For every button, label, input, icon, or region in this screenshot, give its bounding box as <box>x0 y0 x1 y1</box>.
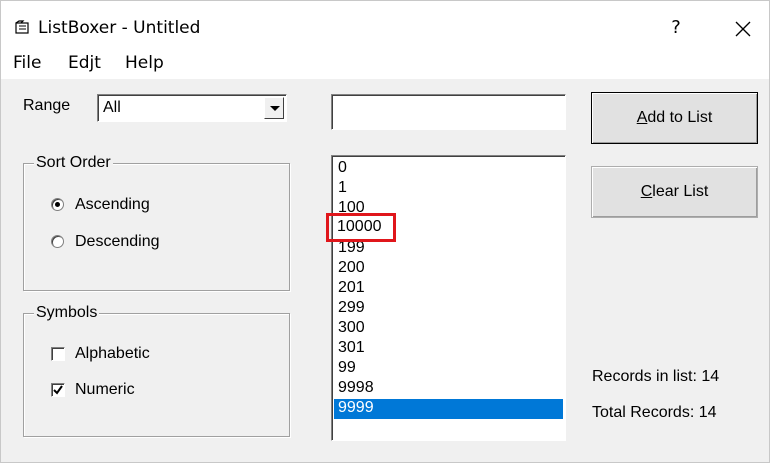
menu-file[interactable]: File <box>13 53 41 73</box>
chevron-down-icon <box>270 106 280 111</box>
menu-help[interactable]: Help <box>125 53 164 73</box>
checkmark-icon <box>53 385 63 395</box>
numeric-label[interactable]: Numeric <box>75 381 135 399</box>
window-title: ListBoxer - Untitled <box>38 18 201 38</box>
alphabetic-label[interactable]: Alphabetic <box>75 345 150 363</box>
records-listbox[interactable]: 011001011992002012993003019999989999 <box>331 155 566 441</box>
menu-edit[interactable]: Edjt <box>68 53 101 73</box>
range-dropdown-button[interactable] <box>264 97 284 119</box>
close-button[interactable] <box>729 15 757 43</box>
descending-label[interactable]: Descending <box>75 233 160 251</box>
list-item[interactable]: 9998 <box>334 379 563 399</box>
listbox-items: 011001011992002012993003019999989999 <box>334 159 563 419</box>
clear-list-label: Clear List <box>640 183 709 200</box>
sort-order-caption: Sort Order <box>34 154 113 172</box>
list-item[interactable]: 301 <box>334 339 563 359</box>
list-item[interactable]: 99 <box>334 359 563 379</box>
app-icon <box>15 20 31 34</box>
menu-bar: File Edjt Help <box>1 47 769 79</box>
alphabetic-checkbox[interactable] <box>51 347 65 361</box>
list-item[interactable]: 1 <box>334 179 563 199</box>
list-item[interactable]: 9999 <box>334 399 563 419</box>
radio-selected-dot <box>55 202 60 207</box>
ascending-radio[interactable] <box>51 198 64 211</box>
title-bar: ListBoxer - Untitled ? <box>1 1 769 47</box>
symbols-caption: Symbols <box>34 304 100 322</box>
list-item[interactable]: 199 <box>334 239 563 259</box>
symbols-group: Symbols <box>23 304 290 437</box>
range-select[interactable]: All <box>97 94 287 122</box>
records-in-list-status: Records in list: 14 <box>592 368 720 385</box>
close-icon <box>735 21 751 37</box>
sort-order-group: Sort Order <box>23 154 290 291</box>
list-item[interactable]: 300 <box>334 319 563 339</box>
list-item[interactable]: 0 <box>334 159 563 179</box>
listboxer-window: ListBoxer - Untitled ? File Edjt Help Ra… <box>0 0 770 463</box>
list-item[interactable]: 200 <box>334 259 563 279</box>
ascending-label[interactable]: Ascending <box>75 196 150 214</box>
range-select-value: All <box>103 99 121 116</box>
clear-list-button[interactable]: Clear List <box>591 166 758 218</box>
total-records-status: Total Records: 14 <box>592 404 717 421</box>
highlighted-item: 10000 <box>337 217 382 237</box>
list-item[interactable]: 299 <box>334 299 563 319</box>
add-to-list-button[interactable]: Add to List <box>591 92 758 144</box>
entry-input[interactable] <box>331 94 566 130</box>
range-label: Range <box>23 97 71 114</box>
numeric-checkbox[interactable] <box>51 383 65 397</box>
descending-radio[interactable] <box>51 235 64 248</box>
list-item[interactable]: 201 <box>334 279 563 299</box>
add-to-list-label: Add to List <box>636 109 713 126</box>
help-button[interactable]: ? <box>666 16 686 40</box>
